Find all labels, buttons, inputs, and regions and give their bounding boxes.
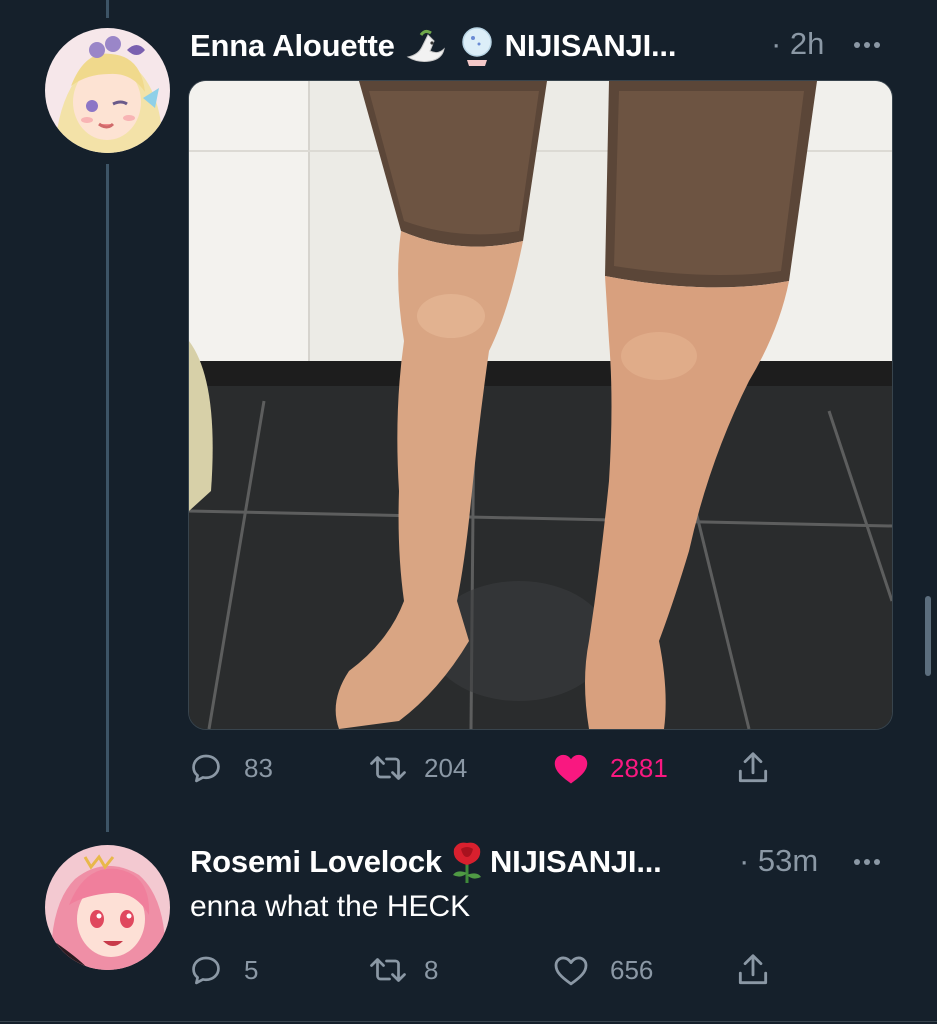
retweet-count: 8: [424, 954, 439, 985]
glass-globe-emoji-icon: [459, 26, 495, 66]
like-button[interactable]: 2881: [552, 746, 668, 790]
reply-count: 5: [244, 954, 259, 985]
like-count: 2881: [610, 752, 668, 783]
avatar[interactable]: [45, 28, 170, 153]
retweet-icon: [370, 958, 406, 982]
share-button[interactable]: [734, 948, 772, 992]
like-count: 656: [610, 954, 654, 985]
divider: [0, 1021, 937, 1022]
scrollbar-thumb[interactable]: [925, 596, 931, 676]
tweet-header: Enna Alouette NIJISANJI...: [190, 24, 676, 68]
thread-connector-line-top: [106, 0, 109, 18]
avatar-enna-image: [45, 28, 170, 153]
tweet-timestamp[interactable]: · 53m: [739, 843, 818, 879]
reply-count: 83: [244, 752, 273, 783]
more-options-icon[interactable]: [854, 859, 880, 865]
reply-button[interactable]: 5: [188, 948, 258, 992]
tweet-actions: 83 204 2881: [188, 746, 828, 790]
tweet-header: Rosemi Lovelock NIJISANJI...: [190, 840, 662, 884]
rose-emoji-icon: [448, 839, 486, 885]
author-name[interactable]: Enna Alouette: [190, 28, 395, 64]
retweet-count: 204: [424, 752, 468, 783]
author-name[interactable]: Rosemi Lovelock: [190, 844, 442, 880]
reply-button[interactable]: 83: [188, 746, 273, 790]
avatar[interactable]: [45, 845, 170, 970]
retweet-button[interactable]: 204: [368, 746, 467, 790]
tweet-text: enna what the HECK: [190, 890, 471, 923]
avatar-rosemi-image: [45, 845, 170, 970]
affiliation-badge: NIJISANJI...: [504, 28, 677, 63]
retweet-button[interactable]: 8: [368, 948, 438, 992]
heart-filled-icon: [554, 754, 588, 784]
like-button[interactable]: 656: [552, 948, 653, 992]
share-icon: [738, 752, 768, 783]
tweet-timestamp[interactable]: · 2h: [771, 26, 824, 62]
thread-connector-line: [106, 164, 109, 832]
tweet-actions: 5 8 656: [188, 948, 828, 992]
affiliation-badge: NIJISANJI...: [489, 844, 662, 879]
more-options-icon[interactable]: [854, 42, 880, 48]
retweet-icon: [370, 756, 406, 780]
tweet-photo[interactable]: [188, 80, 893, 730]
dove-emoji-icon: [405, 27, 449, 65]
legs-photo-image: [189, 81, 892, 729]
reply-icon: [192, 754, 220, 783]
share-icon: [738, 954, 768, 985]
reply-icon: [192, 956, 220, 985]
heart-outline-icon: [554, 956, 588, 986]
share-button[interactable]: [734, 746, 772, 790]
